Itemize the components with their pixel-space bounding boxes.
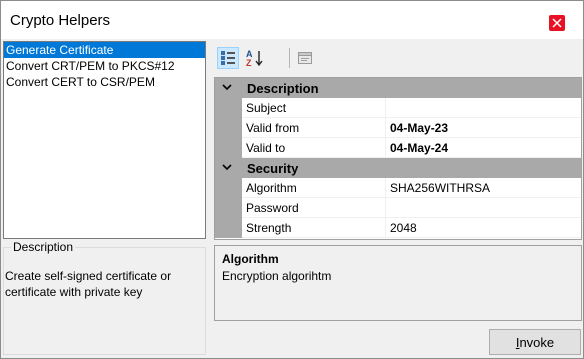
- invoke-button[interactable]: Invoke: [489, 329, 581, 355]
- property-name: Subject: [242, 98, 386, 118]
- property-grid: Description Subject Valid from 04-May-23…: [214, 77, 582, 240]
- help-title: Algorithm: [222, 252, 279, 266]
- property-name: Algorithm: [242, 178, 386, 198]
- property-name: Password: [242, 198, 386, 218]
- categorized-view-icon: [221, 51, 235, 65]
- crypto-helpers-window: Crypto Helpers Generate Certificate Conv…: [0, 0, 584, 359]
- chevron-down-icon[interactable]: [220, 82, 234, 94]
- property-pages-icon: [298, 52, 312, 64]
- property-row-valid-from[interactable]: Valid from 04-May-23: [215, 118, 581, 138]
- categorized-button[interactable]: [217, 47, 239, 69]
- chevron-down-icon[interactable]: [220, 162, 234, 174]
- row-gutter: [215, 178, 242, 198]
- description-text: Create self-signed certificate or certif…: [5, 269, 172, 299]
- property-grid-toolbar: A Z: [214, 41, 582, 75]
- property-row-password[interactable]: Password: [215, 198, 581, 218]
- description-groupbox: Description Create self-signed certifica…: [3, 240, 206, 355]
- row-gutter: [215, 118, 242, 138]
- property-row-subject[interactable]: Subject: [215, 98, 581, 118]
- help-description: Encryption algorihtm: [222, 269, 332, 283]
- row-gutter: [215, 138, 242, 158]
- property-help-panel: Algorithm Encryption algorihtm: [214, 245, 582, 321]
- property-row-valid-to[interactable]: Valid to 04-May-24: [215, 138, 581, 158]
- row-gutter: [215, 218, 242, 238]
- description-legend: Description: [11, 240, 76, 254]
- property-value-strength[interactable]: 2048: [386, 218, 581, 238]
- property-name: Valid from: [242, 118, 386, 138]
- property-value-subject[interactable]: [386, 98, 581, 118]
- svg-text:Z: Z: [246, 58, 252, 67]
- title-bar: Crypto Helpers: [1, 1, 583, 39]
- property-value-password[interactable]: [386, 198, 581, 218]
- row-gutter: [215, 198, 242, 218]
- category-label: Security: [247, 161, 299, 176]
- category-security[interactable]: Security: [215, 158, 581, 178]
- row-gutter: [215, 98, 242, 118]
- category-label: Description: [247, 81, 319, 96]
- property-value-algorithm[interactable]: SHA256WITHRSA: [386, 178, 581, 198]
- close-icon: [552, 18, 562, 28]
- command-list[interactable]: Generate Certificate Convert CRT/PEM to …: [3, 41, 206, 239]
- toolbar-separator: [289, 48, 290, 68]
- alphabetical-sort-icon: A Z: [246, 49, 263, 67]
- property-name: Valid to: [242, 138, 386, 158]
- window-title: Crypto Helpers: [10, 12, 111, 29]
- list-item-convert-cert-to-csr-pem[interactable]: Convert CERT to CSR/PEM: [4, 74, 205, 90]
- property-value-valid-to[interactable]: 04-May-24: [386, 138, 581, 158]
- category-description[interactable]: Description: [215, 78, 581, 98]
- list-item-convert-crt-pem-to-pkcs12[interactable]: Convert CRT/PEM to PKCS#12: [4, 58, 205, 74]
- property-value-valid-from[interactable]: 04-May-23: [386, 118, 581, 138]
- property-name: Strength: [242, 218, 386, 238]
- invoke-label: Invoke: [515, 334, 555, 350]
- property-pages-button[interactable]: [294, 47, 316, 69]
- close-button[interactable]: [549, 15, 565, 31]
- list-item-generate-certificate[interactable]: Generate Certificate: [4, 42, 205, 58]
- property-row-algorithm[interactable]: Algorithm SHA256WITHRSA: [215, 178, 581, 198]
- property-row-strength[interactable]: Strength 2048: [215, 218, 581, 238]
- alphabetical-button[interactable]: A Z: [244, 47, 266, 69]
